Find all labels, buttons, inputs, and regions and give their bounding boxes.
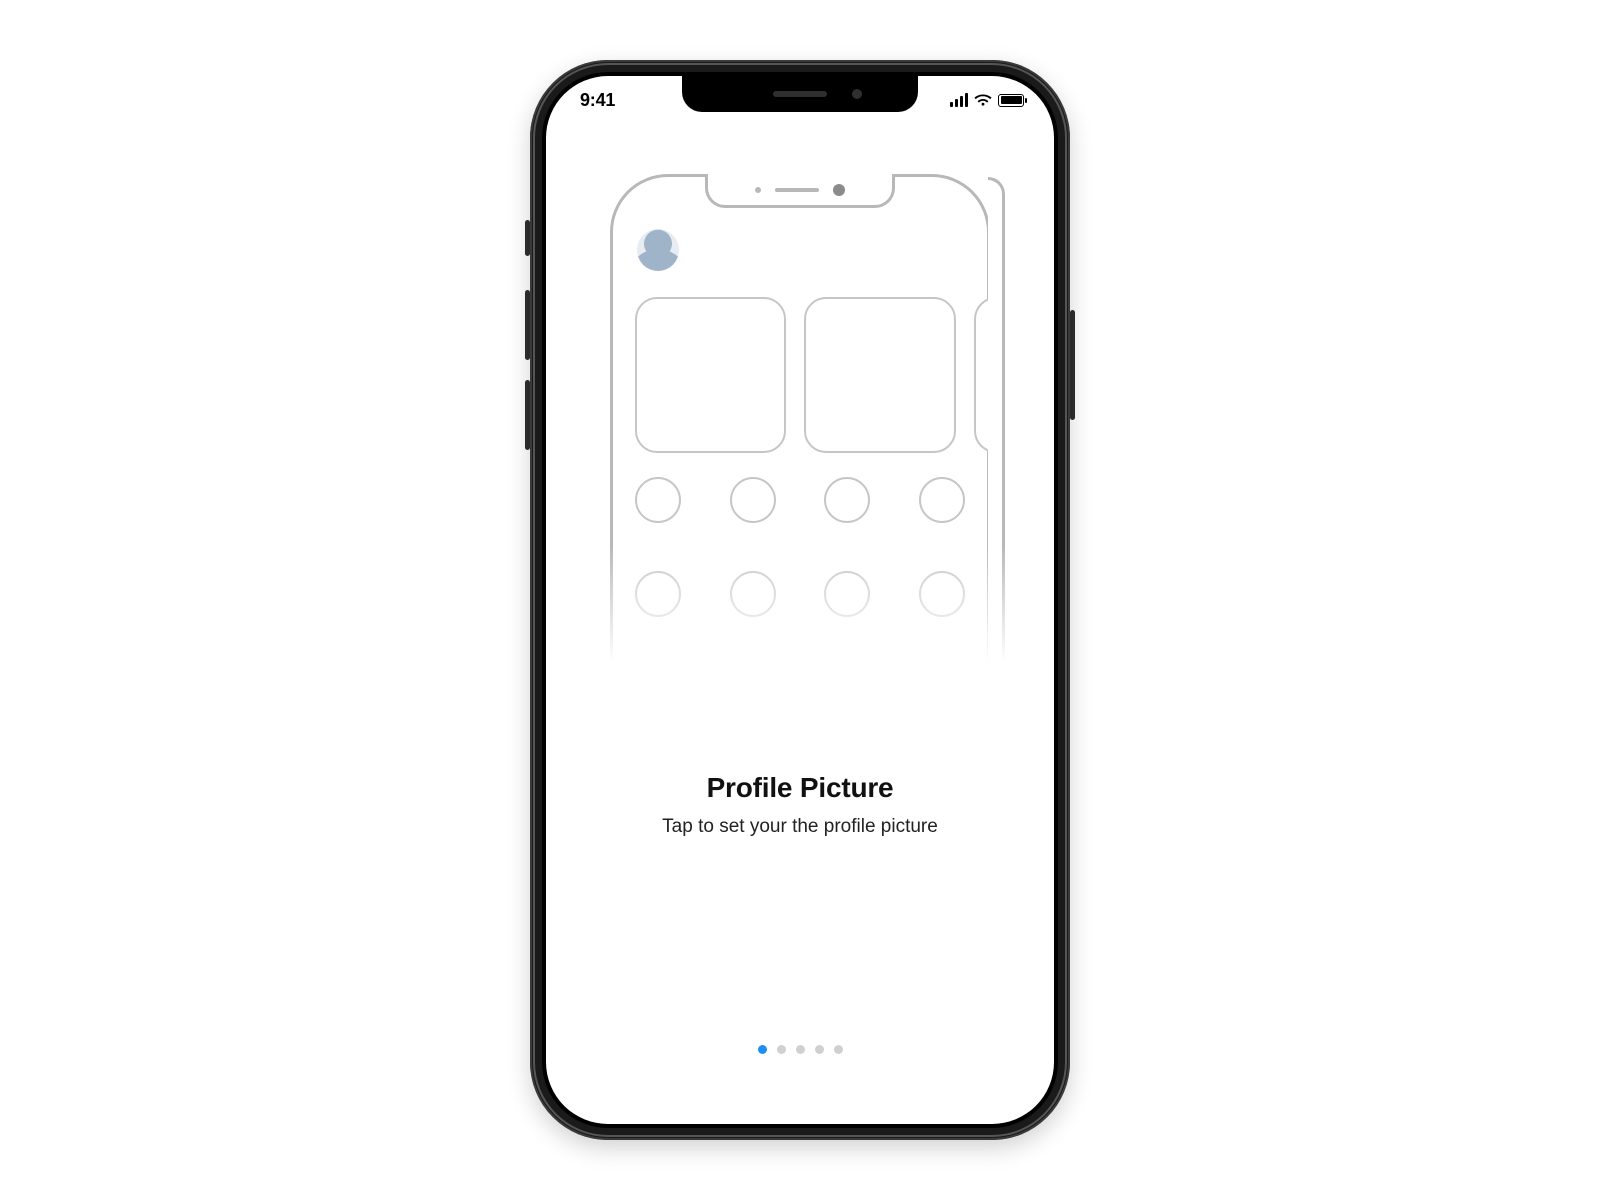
page-dot[interactable] (815, 1045, 824, 1054)
illustration-dot-icon (919, 477, 965, 523)
page-dot[interactable] (777, 1045, 786, 1054)
device-frame: 9:41 (530, 60, 1070, 1140)
illustration-notch-icon (705, 174, 895, 208)
illustration-dot-icon (730, 571, 776, 617)
onboarding-subtitle: Tap to set your the profile picture (582, 814, 1018, 840)
speaker-icon (773, 91, 827, 97)
onboarding-page[interactable]: Profile Picture Tap to set your the prof… (546, 76, 1054, 1124)
illustration-dot-icon (730, 477, 776, 523)
volume-up-button-icon (525, 290, 530, 360)
mute-switch-icon (525, 220, 530, 256)
device-bezel: 9:41 (542, 72, 1058, 1128)
status-indicators (950, 93, 1024, 107)
power-button-icon (1070, 310, 1075, 420)
illustration-dot-icon (635, 571, 681, 617)
stage: 9:41 (0, 0, 1600, 1200)
wifi-icon (974, 93, 992, 107)
illustration-tiles (635, 297, 1001, 453)
illustration (546, 124, 1054, 684)
hardware-notch (682, 76, 918, 112)
status-time: 9:41 (580, 90, 615, 111)
cellular-signal-icon (950, 93, 968, 107)
illustration-dot-icon (824, 571, 870, 617)
illustration-phone-icon (610, 174, 990, 684)
illustration-dot-icon (919, 571, 965, 617)
illustration-dot-row (635, 477, 965, 523)
page-indicator[interactable] (546, 1045, 1054, 1054)
illustration-dot-icon (824, 477, 870, 523)
illustration-tile-icon (804, 297, 955, 453)
battery-icon (998, 94, 1024, 107)
illustration-dot-icon (635, 477, 681, 523)
profile-avatar-icon (637, 229, 679, 271)
page-dot[interactable] (796, 1045, 805, 1054)
illustration-dot-row (635, 571, 965, 617)
front-camera-icon (852, 89, 862, 99)
page-dot[interactable] (758, 1045, 767, 1054)
volume-down-button-icon (525, 380, 530, 450)
page-dot[interactable] (834, 1045, 843, 1054)
illustration-tile-icon (974, 297, 1001, 453)
onboarding-title: Profile Picture (582, 772, 1018, 804)
screen[interactable]: 9:41 (546, 76, 1054, 1124)
onboarding-caption: Profile Picture Tap to set your the prof… (546, 684, 1054, 840)
illustration-tile-icon (635, 297, 786, 453)
